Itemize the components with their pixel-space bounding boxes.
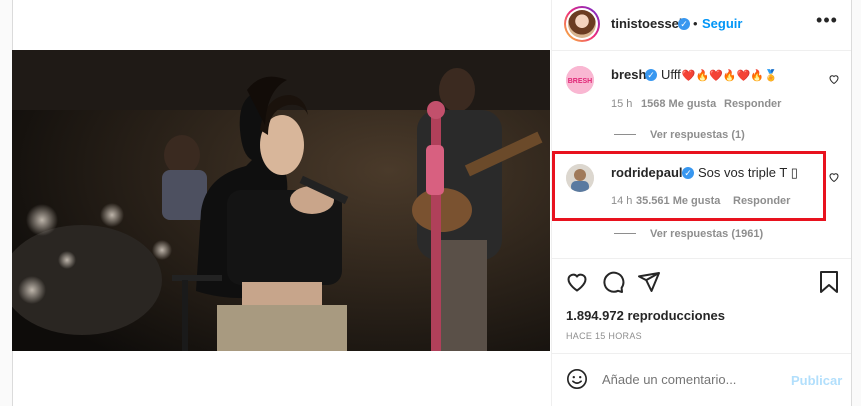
composer-divider: [552, 353, 851, 354]
follow-button[interactable]: Seguir: [702, 16, 742, 31]
reply-button[interactable]: Responder: [724, 98, 781, 110]
actions-divider: [552, 258, 851, 259]
like-comment-heart-icon[interactable]: [828, 171, 840, 183]
comment-input[interactable]: [602, 372, 762, 387]
author-username[interactable]: tinistoessel: [611, 16, 683, 31]
author-avatar[interactable]: [564, 6, 600, 42]
replies-line: [614, 233, 636, 234]
verified-icon: ✓: [645, 69, 657, 81]
view-replies-link[interactable]: Ver respuestas (1961): [650, 228, 763, 240]
comment-likes[interactable]: 1568 Me gusta: [641, 98, 716, 110]
view-replies-link[interactable]: Ver respuestas (1): [650, 129, 745, 141]
like-comment-heart-icon[interactable]: [828, 73, 840, 85]
video-frame-image: [12, 50, 550, 351]
comment-username[interactable]: bresh: [611, 67, 646, 82]
emoji-icon[interactable]: [566, 368, 588, 390]
comment-text: Ufff❤️🔥❤️🔥❤️🔥🏅: [661, 67, 778, 82]
more-options-icon[interactable]: •••: [816, 11, 838, 33]
save-bookmark-icon[interactable]: [818, 270, 840, 294]
view-count[interactable]: 1.894.972 reproducciones: [566, 308, 725, 323]
publish-button[interactable]: Publicar: [791, 373, 842, 388]
commenter-avatar[interactable]: BRESH: [566, 66, 594, 94]
post-video[interactable]: [12, 50, 550, 351]
bresh-logo-icon: BRESH: [566, 66, 594, 94]
comment-emojis: ❤️🔥❤️🔥❤️🔥🏅: [681, 70, 778, 82]
share-icon[interactable]: [637, 270, 661, 294]
post-header: tinistoessel ✓ • Seguir •••: [552, 0, 851, 51]
like-heart-icon[interactable]: [565, 270, 589, 294]
comment-time: 15 h: [611, 98, 633, 110]
comment-icon[interactable]: [601, 270, 625, 294]
header-separator: •: [693, 16, 698, 31]
post-timestamp[interactable]: HACE 15 HORAS: [566, 331, 642, 341]
replies-line: [614, 134, 636, 135]
highlight-box: [552, 151, 826, 221]
svg-text:BRESH: BRESH: [568, 78, 593, 85]
verified-icon: ✓: [678, 18, 690, 30]
